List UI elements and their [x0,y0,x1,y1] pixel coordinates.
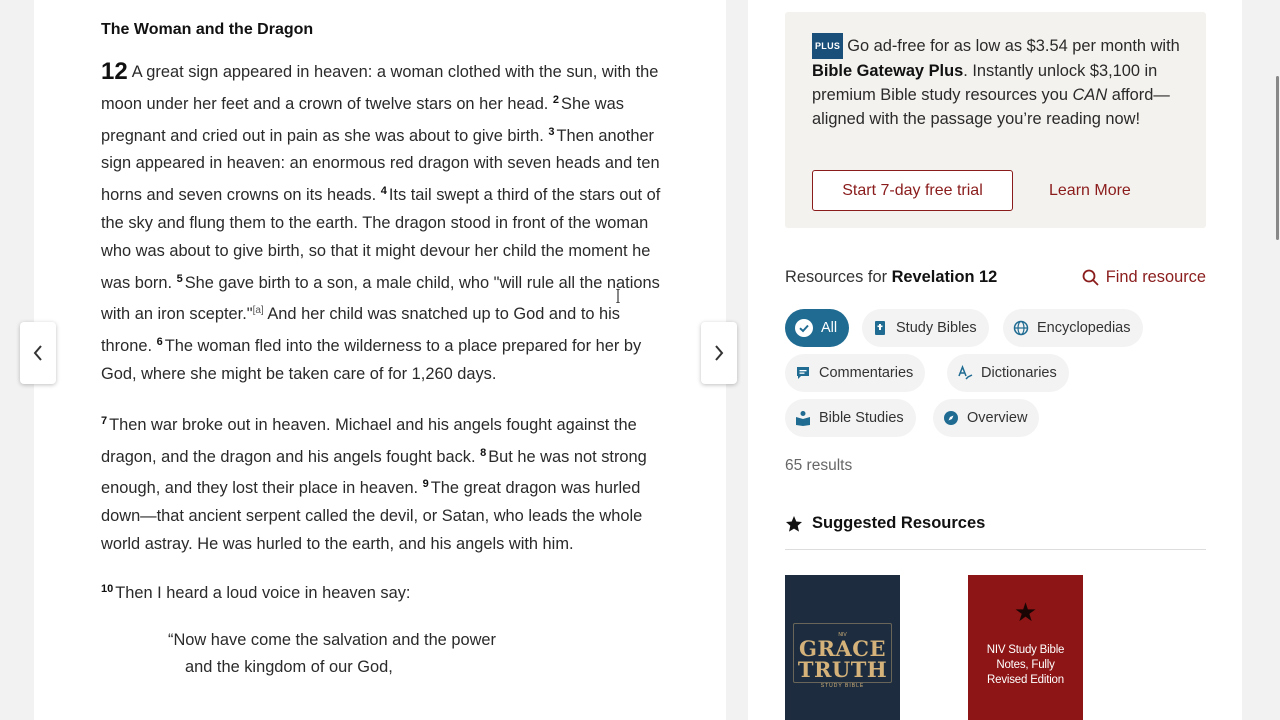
filter-study-bibles[interactable]: Study Bibles [862,309,989,347]
verse-text: Then I heard a loud voice in heaven say: [115,583,411,602]
verse-number: 4 [380,185,387,198]
filter-label: Encyclopedias [1037,320,1131,336]
poetry-line: and the kingdom of our God, [185,657,393,676]
filter-label: Bible Studies [819,410,904,426]
previous-chapter-button[interactable] [20,322,56,384]
bible-study-icon [796,411,810,426]
compass-icon [944,411,958,425]
passage-paragraph-2: 7 Then war broke out in heaven. Michael a… [101,408,661,559]
suggested-resources-heading: Suggested Resources [785,514,985,533]
search-icon [1082,269,1099,286]
find-resource-label: Find resource [1105,268,1206,286]
scrollbar-thumb[interactable] [1276,76,1279,240]
passage-panel: The Woman and the Dragon 12 A great sign … [34,0,726,720]
filter-dictionaries[interactable]: Dictionaries [947,354,1069,392]
filter-bible-studies[interactable]: Bible Studies [785,399,916,437]
divider [785,549,1206,550]
poetry-block: “Now have come the salvation and the pow… [101,627,661,681]
dictionary-icon [958,365,973,380]
cover-text: TRUTH [797,657,888,682]
promo-brand: Bible Gateway Plus [812,62,964,80]
resources-sidebar: PLUS Go ad-free for as low as $3.54 per m… [748,0,1242,720]
filter-encyclopedias[interactable]: Encyclopedias [1003,309,1143,347]
verse-number: 8 [480,446,487,459]
filter-label: All [821,320,838,336]
filter-label: Commentaries [819,365,914,381]
filter-label: Dictionaries [981,365,1057,381]
filter-label: Overview [967,410,1028,426]
verse-number: 6 [156,336,163,349]
cover-text: NIV Study Bible Notes, Fully Revised Edi… [986,644,1065,686]
verse-seq: 7 Then war broke out in heaven. Michael a… [101,414,647,553]
verse-seq: A great sign appeared in heaven: a woman… [101,63,660,383]
resources-label: Resources for [785,268,892,286]
chevron-right-icon [715,345,724,361]
plus-promo: PLUS Go ad-free for as low as $3.54 per m… [785,12,1206,228]
verse-number: 9 [422,478,429,491]
find-resource-button[interactable]: Find resource [1082,268,1206,287]
start-free-trial-button[interactable]: Start 7-day free trial [812,170,1013,211]
book-cover-niv-study-notes[interactable]: ★ NIV Study Bible Notes, Fully Revised E… [968,575,1083,720]
passage-heading: The Woman and the Dragon [101,21,314,38]
poetry-line: “Now have come the salvation and the pow… [168,630,496,649]
verse-number: 5 [176,272,183,285]
verse-seq: 10 Then I heard a loud voice in heaven sa… [101,582,411,602]
learn-more-link[interactable]: Learn More [1049,170,1131,211]
comment-icon [797,367,809,379]
suggested-title: Suggested Resources [812,514,986,532]
star-icon: ★ [1013,597,1038,627]
book-cover-grace-truth[interactable]: NIV GRACE TRUTH STUDY BIBLE [785,575,900,720]
passage-paragraph-3: 10 Then I heard a loud voice in heaven sa… [101,576,661,608]
next-chapter-button[interactable] [701,322,737,384]
text-cursor-icon [616,289,620,303]
cover-text: GRACE [799,636,886,661]
chevron-left-icon [33,345,42,361]
star-icon [786,515,802,532]
plus-badge: PLUS [812,33,844,59]
chapter-number: 12 [101,58,128,85]
globe-icon [1013,320,1029,336]
filter-overview[interactable]: Overview [933,399,1040,437]
check-circle-icon [795,319,813,337]
promo-text: PLUS Go ad-free for as low as $3.54 per m… [812,33,1187,131]
promo-emphasis: CAN [1072,86,1108,104]
filter-all[interactable]: All [785,309,850,347]
verse-number: 3 [548,125,555,138]
resources-passage: Revelation 12 [891,268,998,286]
cover-text: STUDY BIBLE [820,683,865,689]
study-bible-icon [875,321,885,335]
filter-label: Study Bibles [896,320,977,336]
results-count: 65 results [785,457,853,474]
verse-number: 10 [101,582,114,595]
verse-number: 2 [552,93,560,106]
passage-paragraph-1: 12 A great sign appeared in heaven: a wom… [101,58,661,389]
promo-text-part: Go ad-free for as low as $3.54 per month… [847,37,1180,55]
verse-text: The woman fled into the wilderness to a … [101,337,642,383]
resources-header: Resources for Revelation 12 Find resourc… [785,268,1206,290]
footnote-link[interactable]: [a] [253,305,264,316]
filter-commentaries[interactable]: Commentaries [785,354,926,392]
verse-number: 7 [101,414,108,427]
